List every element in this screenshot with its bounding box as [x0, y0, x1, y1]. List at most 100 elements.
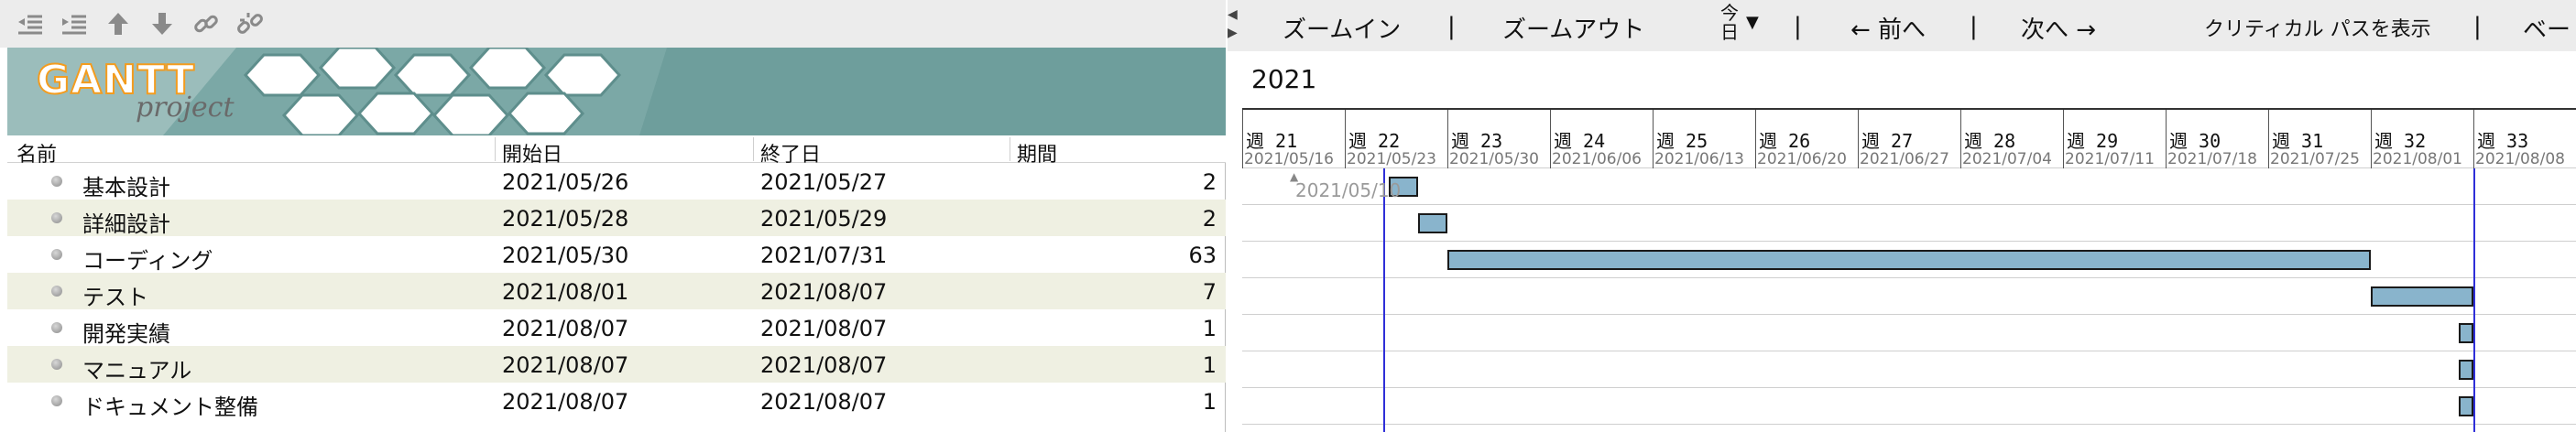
- task-start-date: 2021/08/01: [502, 279, 629, 305]
- link-icon[interactable]: [191, 8, 222, 39]
- previous-button[interactable]: ← 前へ: [1850, 11, 1926, 45]
- task-bar[interactable]: [2459, 396, 2473, 416]
- task-start-date: 2021/08/07: [502, 316, 629, 341]
- week-label: 週 33: [2477, 130, 2529, 152]
- week-start-date: 2021/05/23: [1347, 150, 1436, 168]
- gantt-chart-pane: ◀ ▶ ズームイン | ズームアウト 今日 ▼ | ← 前へ | 次へ → クリ…: [1228, 0, 2576, 432]
- baseline-button[interactable]: ベー: [2523, 11, 2571, 45]
- gantt-row[interactable]: [1242, 388, 2576, 425]
- column-divider[interactable]: [753, 137, 754, 161]
- task-bar[interactable]: [2459, 323, 2473, 343]
- chevron-down-icon[interactable]: ▼: [1746, 13, 1759, 32]
- task-name: 開発実績: [82, 321, 170, 347]
- week-label: 週 24: [1554, 130, 1606, 152]
- collapse-left-icon[interactable]: ◀: [1228, 5, 1242, 24]
- week-tick: [2063, 110, 2064, 168]
- task-name: 基本設計: [82, 175, 170, 200]
- gantt-row[interactable]: [1242, 168, 2576, 205]
- task-bar[interactable]: [1447, 250, 2371, 270]
- task-duration: 7: [1202, 279, 1217, 305]
- task-bullet-icon: [51, 359, 62, 370]
- task-bullet-icon: [51, 286, 62, 297]
- next-button[interactable]: 次へ →: [2021, 11, 2096, 45]
- unlink-icon[interactable]: [235, 8, 266, 39]
- gantt-row[interactable]: [1242, 242, 2576, 278]
- task-list: 基本設計 2021/05/26 2021/05/27 2 詳細設計 2021/0…: [7, 163, 1226, 420]
- task-start-date: 2021/05/28: [502, 206, 629, 232]
- task-bullet-icon: [51, 249, 62, 260]
- task-tree-pane: GANTT project 名前 開始日 終了日 期間 基本設計 2021/05…: [0, 0, 1226, 432]
- task-row[interactable]: 基本設計 2021/05/26 2021/05/27 2: [7, 163, 1226, 200]
- pane-splitter-handle[interactable]: ◀ ▶: [1228, 5, 1242, 42]
- week-label: 週 27: [1861, 130, 1914, 152]
- task-duration: 63: [1188, 243, 1217, 268]
- timeline-header: 週 21 2021/05/16 週 22 2021/05/23 週 23 2021/05/…: [1242, 108, 2576, 168]
- zoom-in-button[interactable]: ズームイン: [1283, 11, 1401, 45]
- task-row[interactable]: 詳細設計 2021/05/28 2021/05/29 2: [7, 200, 1226, 237]
- week-start-date: 2021/07/04: [1962, 150, 2052, 168]
- task-row[interactable]: 開発実績 2021/08/07 2021/08/07 1: [7, 309, 1226, 347]
- task-duration: 2: [1202, 169, 1217, 195]
- task-end-date: 2021/08/07: [760, 279, 888, 305]
- task-duration: 1: [1202, 352, 1217, 378]
- task-end-date: 2021/05/29: [760, 206, 888, 232]
- gantt-row[interactable]: [1242, 351, 2576, 388]
- task-bar[interactable]: [2371, 286, 2473, 307]
- move-down-icon[interactable]: [147, 8, 178, 39]
- task-row[interactable]: テスト 2021/08/01 2021/08/07 7: [7, 273, 1226, 310]
- task-bullet-icon: [51, 212, 62, 223]
- task-bar[interactable]: [1418, 213, 1447, 233]
- gantt-row[interactable]: [1242, 205, 2576, 242]
- gantt-grid[interactable]: [1242, 168, 2576, 432]
- week-tick: [1653, 110, 1654, 168]
- outdent-icon[interactable]: [15, 8, 46, 39]
- zoom-out-button[interactable]: ズームアウト: [1502, 11, 1644, 45]
- current-date-line: [1383, 168, 1385, 432]
- indent-icon[interactable]: [59, 8, 90, 39]
- week-label: 週 28: [1964, 130, 2016, 152]
- gantt-row[interactable]: [1242, 278, 2576, 315]
- week-start-date: 2021/06/20: [1757, 150, 1847, 168]
- week-start-date: 2021/08/08: [2475, 150, 2565, 168]
- task-table-header: 名前 開始日 終了日 期間: [7, 135, 1226, 167]
- toolbar-separator: |: [1970, 13, 1978, 40]
- week-start-date: 2021/06/06: [1552, 150, 1642, 168]
- task-bar[interactable]: [2459, 360, 2473, 380]
- gantt-row[interactable]: [1242, 315, 2576, 351]
- task-start-date: 2021/08/07: [502, 389, 629, 415]
- task-name: ドキュメント整備: [82, 394, 258, 420]
- task-name: テスト: [82, 285, 148, 310]
- task-start-date: 2021/05/26: [502, 169, 629, 195]
- task-start-date: 2021/05/30: [502, 243, 629, 268]
- week-start-date: 2021/07/11: [2065, 150, 2155, 168]
- week-tick: [1242, 110, 1243, 168]
- task-bullet-icon: [51, 176, 62, 187]
- timeline-year: 2021: [1251, 64, 1317, 94]
- task-duration: 2: [1202, 206, 1217, 232]
- task-bullet-icon: [51, 322, 62, 333]
- task-row[interactable]: ドキュメント整備 2021/08/07 2021/08/07 1: [7, 383, 1226, 420]
- project-end-line: [2473, 168, 2475, 432]
- week-tick: [2371, 110, 2372, 168]
- toolbar-separator: |: [1794, 13, 1802, 40]
- task-name: 詳細設計: [82, 211, 170, 237]
- week-start-date: 2021/07/25: [2270, 150, 2360, 168]
- today-button[interactable]: 今日: [1720, 4, 1741, 42]
- show-critical-path-button[interactable]: クリティカル パスを表示: [2204, 13, 2431, 42]
- chart-toolbar: ◀ ▶ ズームイン | ズームアウト 今日 ▼ | ← 前へ | 次へ → クリ…: [1228, 0, 2576, 51]
- week-label: 週 30: [2169, 130, 2221, 152]
- task-row[interactable]: コーディング 2021/05/30 2021/07/31 63: [7, 236, 1226, 274]
- column-divider[interactable]: [495, 137, 496, 161]
- week-start-date: 2021/06/13: [1654, 150, 1744, 168]
- week-tick: [2166, 110, 2167, 168]
- task-row[interactable]: マニュアル 2021/08/07 2021/08/07 1: [7, 346, 1226, 383]
- task-start-date: 2021/08/07: [502, 352, 629, 378]
- task-name: コーディング: [82, 248, 213, 274]
- task-duration: 1: [1202, 389, 1217, 415]
- move-up-icon[interactable]: [103, 8, 134, 39]
- week-label: 週 25: [1656, 130, 1708, 152]
- collapse-right-icon[interactable]: ▶: [1228, 24, 1242, 42]
- task-end-date: 2021/07/31: [760, 243, 888, 268]
- task-toolbar: [0, 0, 1226, 48]
- week-label: 週 32: [2374, 130, 2427, 152]
